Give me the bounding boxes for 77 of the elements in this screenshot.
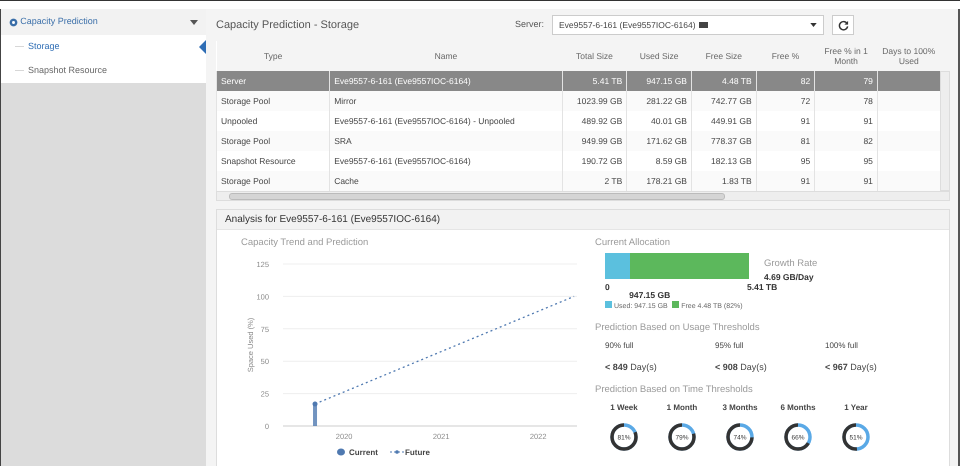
column-header[interactable]: Used Size — [626, 41, 692, 71]
legend-marker-icon — [390, 450, 404, 454]
section-title: Prediction Based on Time Thresholds — [595, 383, 754, 398]
caret-icon — [810, 23, 817, 27]
table-cell: Storage Pool — [216, 131, 330, 151]
period-label: 6 Months — [780, 402, 816, 414]
table-cell: Storage Pool — [216, 91, 330, 111]
table-cell: 81 — [756, 131, 815, 151]
column-header[interactable]: Name — [330, 41, 562, 71]
current-bar — [313, 404, 318, 426]
table-cell: Server — [216, 71, 330, 91]
table-cell: Eve9557-6-161 (Eve9557IOC-6164) — [330, 71, 562, 91]
period-label: 1 Week — [610, 402, 638, 414]
tree-line-marker: — — [15, 64, 24, 78]
table-cell: 1023.99 GB — [562, 91, 627, 111]
column-header[interactable]: Free % — [756, 41, 815, 71]
column-header[interactable]: Type — [216, 41, 330, 71]
table-cell: 5.41 TB — [562, 71, 627, 91]
chart-title: Capacity Trend and Prediction — [241, 236, 370, 250]
threshold-days: < 849 Day(s) — [605, 360, 715, 374]
column-header[interactable]: Free Size — [691, 41, 756, 71]
sidebar-title: Capacity Prediction — [20, 15, 99, 28]
table-cell: Cache — [330, 171, 562, 191]
axis-label: 0 — [605, 280, 610, 294]
legend-marker-icon — [337, 448, 345, 456]
selection-pointer-icon — [199, 40, 206, 54]
table-cell: 949.99 GB — [562, 131, 627, 151]
table-cell: 947.15 GB — [626, 71, 692, 91]
gear-icon — [9, 18, 18, 26]
threshold-label: 95% full — [715, 340, 744, 352]
threshold-label: 90% full — [605, 340, 634, 352]
table-cell: 778.37 GB — [691, 131, 756, 151]
period-label: 1 Month — [666, 402, 698, 414]
table-cell: 2 TB — [562, 171, 627, 191]
data-point — [312, 402, 318, 407]
vertical-scrollbar[interactable] — [940, 71, 950, 191]
table-cell: 82 — [814, 131, 878, 151]
legend-label: Current — [349, 448, 378, 458]
server-label: Server: — [514, 18, 544, 32]
period-label: 3 Months — [722, 402, 758, 414]
sidebar-item[interactable]: Storage — [28, 40, 60, 54]
tree-line-marker: — — [15, 40, 24, 54]
period-label: 1 Year — [844, 402, 868, 414]
growth-label: Growth Rate — [764, 257, 818, 271]
refresh-icon — [838, 20, 848, 30]
section-title: Current Allocation — [595, 236, 671, 250]
page-title: Capacity Prediction - Storage — [216, 18, 360, 33]
table-cell: Mirror — [330, 91, 562, 111]
analysis-title: Analysis for Eve9557-6-161 (Eve9557IOC-6164) — [217, 210, 949, 230]
threshold-label: 100% full — [825, 340, 859, 352]
threshold-days: < 908 Day(s) — [715, 360, 825, 374]
threshold-days: < 967 Day(s) — [825, 360, 935, 374]
sidebar-item[interactable]: Snapshot Resource — [28, 64, 108, 78]
table-cell: 72 — [756, 91, 815, 111]
column-header[interactable]: Total Size — [562, 41, 627, 71]
refresh-button[interactable] — [832, 15, 854, 35]
column-header[interactable]: Free % in 1 Month — [814, 41, 878, 71]
table-cell: 4.48 TB — [691, 71, 756, 91]
table-cell: 91 — [814, 171, 878, 191]
table-cell: 178.21 GB — [626, 171, 692, 191]
section-title: Prediction Based on Usage Thresholds — [595, 321, 761, 335]
legend-label: Future — [405, 448, 430, 458]
table-cell: 91 — [756, 171, 815, 191]
table-cell: 742.77 GB — [691, 91, 756, 111]
server-select[interactable]: Eve9557-6-161 (Eve9557IOC-6164) — [552, 15, 824, 35]
table-cell: Storage Pool — [216, 171, 330, 191]
table-cell: 281.22 GB — [626, 91, 692, 111]
horizontal-scrollbar[interactable] — [216, 191, 950, 201]
sidebar-header[interactable]: Capacity Prediction — [1, 9, 206, 35]
column-header[interactable]: Days to 100% Used — [877, 41, 940, 71]
table-cell: 79 — [814, 71, 878, 91]
table-cell: 171.62 GB — [626, 131, 692, 151]
table-cell: SRA — [330, 131, 562, 151]
table-cell: 78 — [814, 91, 878, 111]
axis-label: 947.15 GB — [629, 288, 670, 302]
table-cell: 1.83 TB — [691, 171, 756, 191]
table-cell: 82 — [756, 71, 815, 91]
